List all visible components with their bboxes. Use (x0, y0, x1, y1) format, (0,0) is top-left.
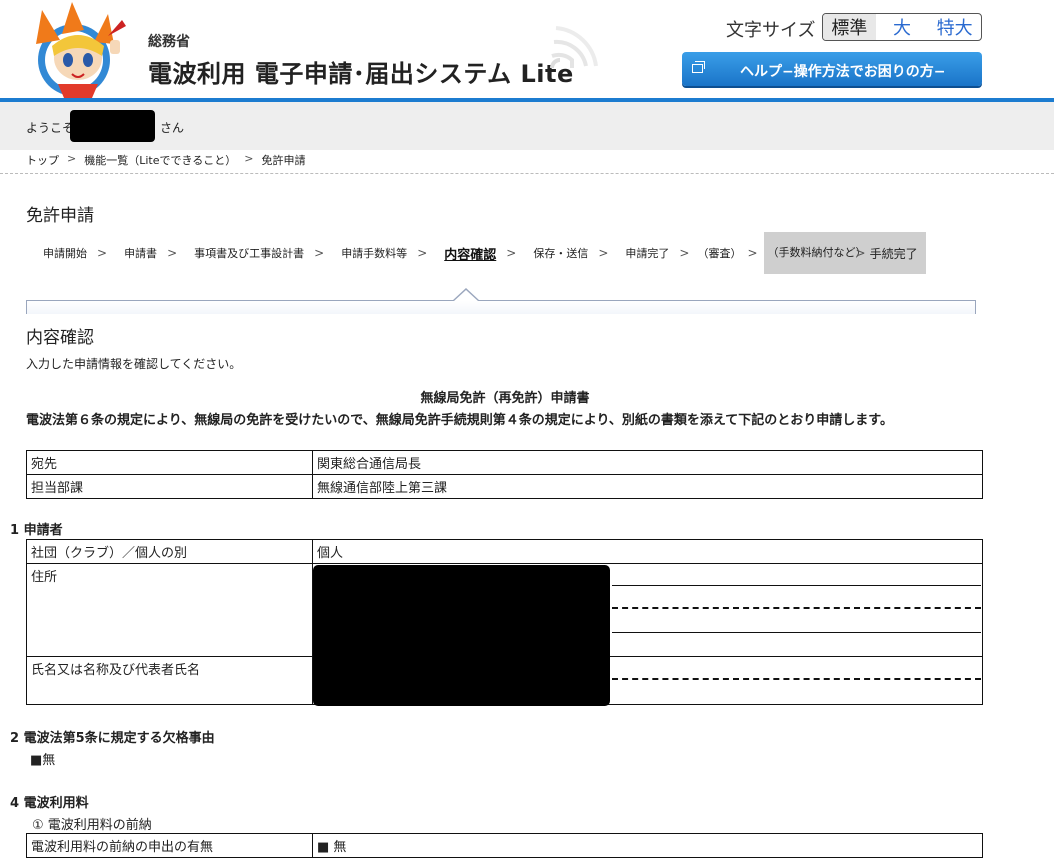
step-specifications: 事項書及び工事設計書 (194, 247, 305, 260)
step-save-send: 保存・送信 (533, 247, 589, 260)
chevron-right-icon: > (417, 246, 428, 260)
address-line (612, 607, 981, 609)
usage-fee-table: 電波利用料の前納の申出の有無 ■ 無 (26, 833, 983, 858)
progress-steps: 申請開始 > 申請書 > 事項書及び工事設計書 > 申請手数料等 > 内容確認 … (26, 232, 926, 274)
help-button[interactable]: ヘルプ−操作方法でお困りの方− (682, 52, 982, 86)
table-row: 担当部課 無線通信部陸上第三課 (26, 474, 983, 499)
address-line (612, 632, 981, 633)
font-size-large-button[interactable]: 大 (876, 14, 929, 40)
table-key: 住所 (26, 563, 313, 657)
new-window-icon (692, 61, 705, 73)
chevron-right-icon: > (506, 246, 517, 260)
step-procedure-complete: 手続完了 (869, 246, 918, 261)
table-value: 無線通信部陸上第三課 (312, 474, 983, 499)
help-button-label: ヘルプ−操作方法でお困りの方− (740, 64, 946, 80)
redacted-username (70, 110, 155, 142)
table-row: 宛先 関東総合通信局長 (26, 450, 983, 475)
chevron-right-icon: > (97, 246, 108, 260)
step-application: 申請書 (124, 247, 158, 260)
ministry-name: 総務省 (148, 34, 190, 50)
site-header: 総務省 電波利用 電子申請･届出システム Lite 文字サイズ 標準 大 特大 … (0, 0, 1054, 98)
usage-fee-subheading: ① 電波利用料の前納 (32, 818, 152, 833)
table-value: ■ 無 (312, 833, 983, 858)
signal-waves-icon (550, 26, 598, 69)
breadcrumb-divider (0, 173, 1054, 174)
font-size-label: 文字サイズ (726, 20, 816, 41)
chevron-right-icon: > (855, 246, 866, 260)
welcome-prefix: ようこそ (26, 121, 75, 135)
font-size-xlarge-button[interactable]: 特大 (928, 14, 981, 40)
chevron-right-icon: > (167, 246, 178, 260)
instruction-text: 入力した申請情報を確認してください。 (26, 357, 242, 371)
section-title: 内容確認 (26, 328, 94, 348)
system-title: 電波利用 電子申請･届出システム Lite (148, 60, 574, 88)
name-line (612, 678, 981, 680)
breadcrumb: トップ > 機能一覧（Liteでできること） > 免許申請 (26, 152, 305, 168)
chevron-right-icon: > (244, 152, 254, 165)
step-start: 申請開始 (43, 247, 87, 260)
chevron-right-icon: > (679, 246, 690, 260)
step-indicator-notch-inner (454, 290, 478, 301)
table-key: 宛先 (26, 450, 313, 475)
breadcrumb-function-list[interactable]: 機能一覧（Liteでできること） (84, 152, 236, 168)
disqualification-heading: 2 電波法第5条に規定する欠格事由 (10, 731, 215, 746)
table-row: 電波利用料の前納の申出の有無 ■ 無 (26, 833, 983, 858)
step-post-process: （手数料納付など） > 手続完了 (763, 232, 926, 274)
step-fee: 申請手数料等 (341, 247, 408, 260)
welcome-suffix: さん (160, 121, 185, 135)
table-key: 電波利用料の前納の申出の有無 (26, 833, 313, 858)
chevron-right-icon: > (598, 246, 609, 260)
breadcrumb-top[interactable]: トップ (26, 152, 59, 168)
disqualification-value: ■無 (30, 753, 56, 768)
chevron-right-icon: > (67, 152, 77, 165)
step-review: （審査） (697, 247, 742, 260)
breadcrumb-current: 免許申請 (261, 154, 306, 167)
table-row: 社団（クラブ）／個人の別 個人 (26, 539, 983, 564)
chevron-right-icon: > (314, 246, 325, 260)
table-key: 氏名又は名称及び代表者氏名 (26, 656, 313, 705)
step-complete: 申請完了 (625, 247, 670, 260)
usage-fee-heading: 4 電波利用料 (10, 796, 89, 811)
table-key: 担当部課 (26, 474, 313, 499)
mascot-logo (36, 2, 126, 98)
content-panel-top (26, 300, 976, 314)
redacted-personal-info (313, 565, 610, 706)
table-value: 個人 (312, 539, 983, 564)
table-value: 関東総合通信局長 (312, 450, 983, 475)
chevron-right-icon: > (747, 246, 758, 260)
address-line (612, 585, 981, 586)
step-fee-payment: （手数料納付など） (767, 246, 867, 259)
page-title: 免許申請 (26, 206, 94, 226)
form-statement: 電波法第６条の規定により、無線局の免許を受けたいので、無線局免許手続規則第４条の… (26, 413, 893, 428)
table-key: 社団（クラブ）／個人の別 (26, 539, 313, 564)
step-confirm: 内容確認 (444, 247, 497, 263)
font-size-selector: 標準 大 特大 (822, 13, 982, 41)
welcome-bar: ようこそ さん (0, 102, 1054, 150)
font-size-standard-button[interactable]: 標準 (823, 14, 876, 40)
destination-table: 宛先 関東総合通信局長 担当部課 無線通信部陸上第三課 (26, 450, 983, 499)
form-title: 無線局免許（再免許）申請書 (420, 391, 590, 406)
applicant-heading: 1 申請者 (10, 523, 63, 538)
